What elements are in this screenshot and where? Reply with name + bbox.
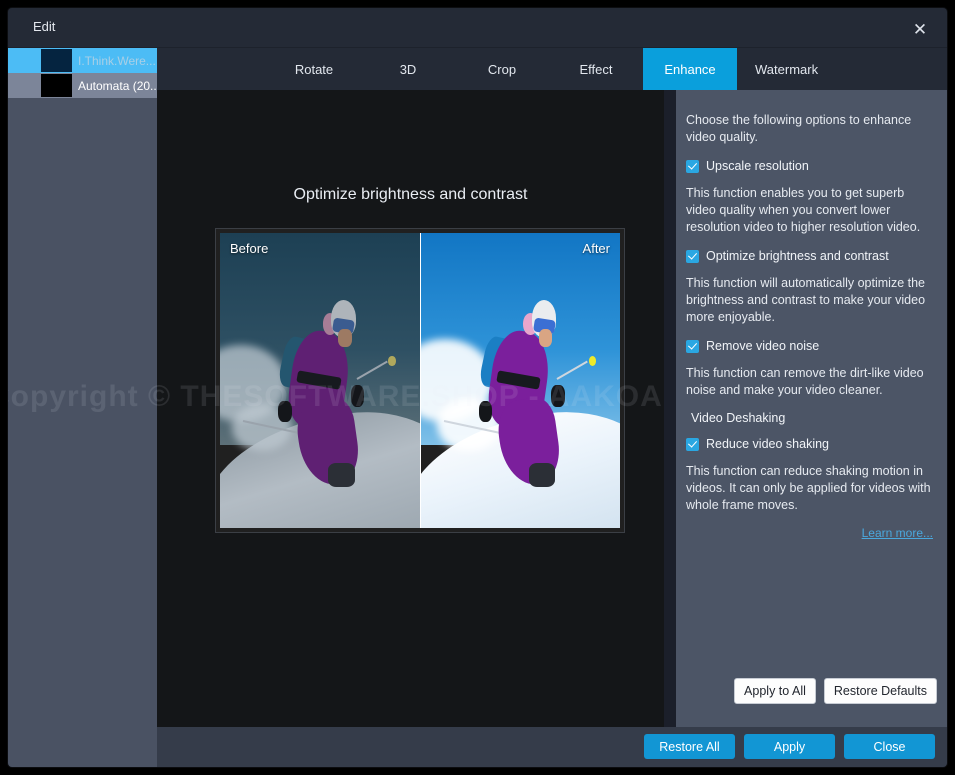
restore-defaults-button[interactable]: Restore Defaults [823, 678, 937, 704]
file-name-label: I.Think.Were... [78, 53, 156, 68]
close-button[interactable]: Close [844, 734, 935, 759]
checkbox-icon[interactable] [686, 438, 699, 451]
before-label: Before [230, 241, 269, 256]
option-label: Remove video noise [706, 339, 820, 353]
after-preview: After [420, 233, 620, 528]
option-label: Reduce video shaking [706, 437, 829, 451]
option-description: This function will automatically optimiz… [686, 276, 926, 324]
option-description: This function enables you to get superb … [686, 186, 921, 234]
enhance-options-panel: Choose the following options to enhance … [676, 90, 947, 727]
checkbox-remove-video-noise[interactable]: Remove video noise [686, 338, 933, 354]
list-item[interactable]: Automata (20... [8, 73, 157, 98]
tab-crop[interactable]: Crop [455, 48, 549, 90]
tab-3d[interactable]: 3D [361, 48, 455, 90]
list-item[interactable]: I.Think.Were... [8, 48, 157, 73]
title-bar: Edit ✕ [8, 8, 947, 48]
checkbox-reduce-video-shaking[interactable]: Reduce video shaking [686, 436, 933, 452]
section-heading-video-deshaking: Video Deshaking [691, 411, 786, 425]
file-list-sidebar: I.Think.Were... Automata (20... [8, 48, 157, 727]
panel-intro-text: Choose the following options to enhance … [686, 113, 912, 144]
tab-watermark[interactable]: Watermark [737, 48, 836, 90]
checkbox-icon[interactable] [686, 250, 699, 263]
checkbox-upscale-resolution[interactable]: Upscale resolution [686, 158, 933, 174]
option-label: Upscale resolution [706, 159, 809, 173]
video-thumbnail [41, 49, 72, 72]
option-description: This function can reduce shaking motion … [686, 464, 931, 512]
apply-to-all-button[interactable]: Apply to All [734, 678, 816, 704]
window-title: Edit [33, 19, 56, 34]
option-label: Optimize brightness and contrast [706, 249, 889, 263]
before-after-comparison: Before After [215, 228, 625, 533]
restore-all-button[interactable]: Restore All [644, 734, 735, 759]
after-label: After [582, 241, 610, 256]
checkbox-optimize-brightness-contrast[interactable]: Optimize brightness and contrast [686, 248, 933, 264]
preview-area: Optimize brightness and contrast Before … [157, 90, 664, 727]
edit-window: Edit ✕ I.Think.Were... Automata (20... R… [8, 8, 947, 767]
learn-more-link[interactable]: Learn more... [686, 526, 933, 540]
tab-bar: Rotate 3D Crop Effect Enhance Watermark [157, 48, 947, 90]
sidebar-footer-spacer [8, 727, 157, 767]
option-description: This function can remove the dirt-like v… [686, 366, 924, 397]
video-thumbnail [41, 74, 72, 97]
tab-rotate[interactable]: Rotate [267, 48, 361, 90]
file-name-label: Automata (20... [78, 78, 157, 93]
page-title: Optimize brightness and contrast [293, 186, 528, 203]
tab-enhance[interactable]: Enhance [643, 48, 737, 90]
tab-effect[interactable]: Effect [549, 48, 643, 90]
before-preview: Before [220, 233, 420, 528]
checkbox-icon[interactable] [686, 340, 699, 353]
close-icon[interactable]: ✕ [907, 16, 933, 42]
panel-button-group: Apply to All Restore Defaults [734, 678, 937, 704]
footer-bar: Restore All Apply Close [157, 727, 947, 767]
checkbox-icon[interactable] [686, 160, 699, 173]
apply-button[interactable]: Apply [744, 734, 835, 759]
